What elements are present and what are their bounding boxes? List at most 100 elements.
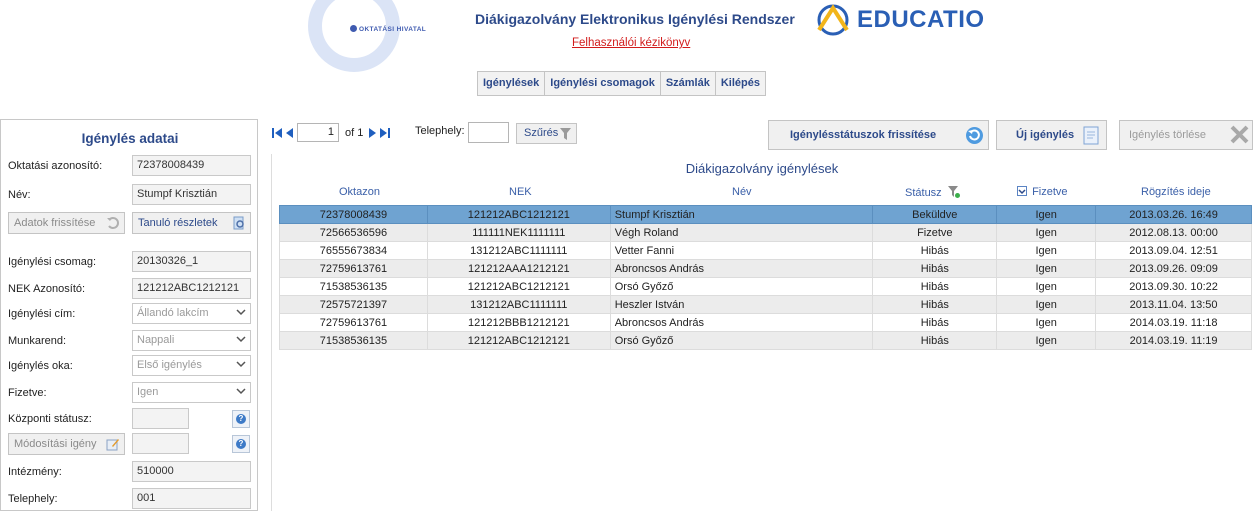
telephely-filter-label: Telephely:: [415, 125, 465, 137]
cell-rogzites-ideje: 2014.03.19. 11:18: [1095, 313, 1252, 332]
column-header-oktazon[interactable]: Oktazon: [339, 186, 380, 198]
table-row[interactable]: 72378008439 121212ABC1212121 Stumpf Kriszt…: [279, 205, 1252, 224]
cell-rogzites-ideje: 2014.03.19. 11:19: [1095, 331, 1252, 350]
user-manual-link[interactable]: Felhasználói kézikönyv: [572, 37, 690, 49]
cell-rogzites-ideje: 2013.11.04. 13:50: [1095, 295, 1252, 314]
chevron-down-icon: [236, 336, 246, 343]
szures-button[interactable]: Szűrés: [516, 123, 577, 144]
nav-szamlak[interactable]: Számlák: [661, 72, 716, 95]
fizetve-select[interactable]: Igen: [132, 382, 251, 403]
cell-nek: 121212AAA1212121: [426, 259, 611, 278]
table-row[interactable]: 71538536135 121212ABC1212121 Orsó Győző Hib…: [279, 331, 1252, 350]
igenylesi-csomag-field[interactable]: 20130326_1: [132, 251, 251, 272]
cell-oktazon: 71538536135: [279, 277, 428, 296]
request-details-panel: Igénylés adatai Oktatási azonosító: 7237…: [0, 119, 258, 511]
help-icon: ?: [236, 439, 246, 449]
oktatasi-azonosito-label: Oktatási azonosító:: [8, 160, 103, 172]
next-page-icon[interactable]: [367, 126, 379, 140]
munkarend-label: Munkarend:: [8, 335, 67, 347]
kozponti-statusz-help-button[interactable]: ?: [232, 410, 250, 428]
table-row[interactable]: 71538536135 121212ABC1212121 Orsó Győző Hib…: [279, 277, 1252, 296]
modositasi-igeny-label: Módosítási igény: [14, 438, 97, 450]
cell-nek: 121212BBB1212121: [426, 313, 611, 332]
filter-icon[interactable]: [947, 186, 960, 198]
dropdown-icon[interactable]: [1017, 186, 1027, 196]
table-row[interactable]: 72759613761 121212AAA1212121 Abroncsos And…: [279, 259, 1252, 278]
cell-rogzites-ideje: 2013.09.26. 09:09: [1095, 259, 1252, 278]
tanulo-reszletek-button[interactable]: Tanuló részletek: [132, 212, 251, 234]
kozponti-statusz-field[interactable]: [132, 408, 189, 429]
table-row[interactable]: 76555673834 131212ABC1111111 Vetter Fanni H…: [279, 241, 1252, 260]
table-row[interactable]: 72566536596 111111NEK1111111 Végh Roland Fi…: [279, 223, 1252, 242]
cell-statusz: Hibás: [872, 241, 998, 260]
telephely-filter-input[interactable]: [468, 122, 509, 143]
cell-statusz: Hibás: [872, 331, 998, 350]
panel-title: Igénylés adatai: [81, 131, 179, 146]
column-header-rogzites-ideje[interactable]: Rögzítés ideje: [1141, 186, 1211, 198]
adatok-frissitese-button[interactable]: Adatok frissítése: [8, 212, 125, 234]
cell-nek: 121212ABC1212121: [426, 277, 611, 296]
column-header-fizetve[interactable]: Fizetve: [1017, 186, 1068, 198]
last-page-icon[interactable]: [379, 126, 391, 140]
refresh-icon: [966, 127, 983, 144]
cell-nek: 131212ABC1111111: [426, 295, 611, 314]
modositasi-igeny-button[interactable]: Módosítási igény: [8, 433, 125, 455]
table-row[interactable]: 72575721397 131212ABC1111111 Heszler Istvá…: [279, 295, 1252, 314]
fizetve-header-label: Fizetve: [1032, 186, 1068, 198]
igenylesi-cim-label: Igénylési cím:: [8, 308, 76, 320]
nev-label: Név:: [8, 189, 31, 201]
column-header-statusz[interactable]: Státusz: [905, 186, 960, 199]
igenylesi-cim-value: Állandó lakcím: [137, 307, 209, 319]
statusz-frissites-label: Igénylésstátuszok frissítése: [790, 129, 937, 141]
cell-fizetve: Igen: [996, 241, 1097, 260]
first-page-icon[interactable]: [271, 126, 283, 140]
cell-oktazon: 72759613761: [279, 313, 428, 332]
oktatasi-azonosito-field[interactable]: 72378008439: [132, 155, 251, 176]
pager: 1 of 1: [271, 123, 391, 142]
uj-igenyles-button[interactable]: Új igénylés: [996, 120, 1107, 150]
tanulo-reszletek-label: Tanuló részletek: [138, 217, 218, 229]
column-header-nek[interactable]: NEK: [509, 186, 532, 198]
cell-statusz: Hibás: [872, 277, 998, 296]
cell-statusz: Fizetve: [872, 223, 998, 242]
cell-rogzites-ideje: 2013.09.30. 10:22: [1095, 277, 1252, 296]
kozponti-statusz-label: Központi státusz:: [8, 413, 92, 425]
cell-nev: Vetter Fanni: [609, 241, 874, 260]
nav-igenylesi-csomagok[interactable]: Igénylési csomagok: [545, 72, 661, 95]
new-document-icon: [1083, 126, 1099, 145]
nek-azonosito-label: NEK Azonosító:: [8, 283, 86, 295]
nav-kilepes[interactable]: Kilépés: [716, 72, 765, 95]
cell-fizetve: Igen: [996, 259, 1097, 278]
nek-azonosito-field[interactable]: 121212ABC1212121: [132, 278, 251, 299]
educatio-text: EDUCATIO: [857, 6, 985, 33]
igenylesi-cim-select[interactable]: Állandó lakcím: [132, 303, 251, 324]
requests-table: 72378008439 121212ABC1212121 Stumpf Kriszt…: [279, 205, 1252, 350]
igenyles-torlese-label: Igénylés törlése: [1129, 129, 1207, 141]
munkarend-select[interactable]: Nappali: [132, 330, 251, 351]
cell-nev: Heszler István: [609, 295, 874, 314]
igenyles-oka-select[interactable]: Első igénylés: [132, 355, 251, 376]
fizetve-value: Igen: [137, 386, 159, 398]
prev-page-icon[interactable]: [283, 126, 295, 140]
table-row[interactable]: 72759613761 121212BBB1212121 Abroncsos And…: [279, 313, 1252, 332]
nav-igenylesek[interactable]: Igénylések: [478, 72, 546, 95]
column-header-nev[interactable]: Név: [732, 186, 752, 198]
educatio-mark-icon: [817, 4, 849, 36]
szures-label: Szűrés: [524, 127, 559, 139]
fizetve-label: Fizetve:: [8, 387, 47, 399]
page-input[interactable]: 1: [297, 123, 339, 142]
main-nav: Igénylések Igénylési csomagok Számlák Ki…: [477, 71, 766, 96]
intezmeny-field[interactable]: 510000: [132, 461, 251, 482]
cell-nev: Abroncsos András: [609, 259, 874, 278]
intezmeny-label: Intézmény:: [8, 466, 62, 478]
statusz-frissites-button[interactable]: Igénylésstátuszok frissítése: [768, 120, 989, 150]
nev-field[interactable]: Stumpf Krisztián: [132, 184, 251, 205]
telephely-field[interactable]: 001: [132, 488, 251, 509]
munkarend-value: Nappali: [137, 334, 175, 346]
igenyles-torlese-button[interactable]: Igénylés törlése: [1119, 120, 1253, 150]
igenylesi-csomag-label: Igénylési csomag:: [8, 256, 97, 268]
modositasi-igeny-help-button[interactable]: ?: [232, 435, 250, 453]
modositasi-igeny-field[interactable]: [132, 433, 189, 454]
app-title: Diákigazolvány Elektronikus Igénylési Re…: [475, 11, 795, 27]
statusz-header-label: Státusz: [905, 187, 942, 199]
